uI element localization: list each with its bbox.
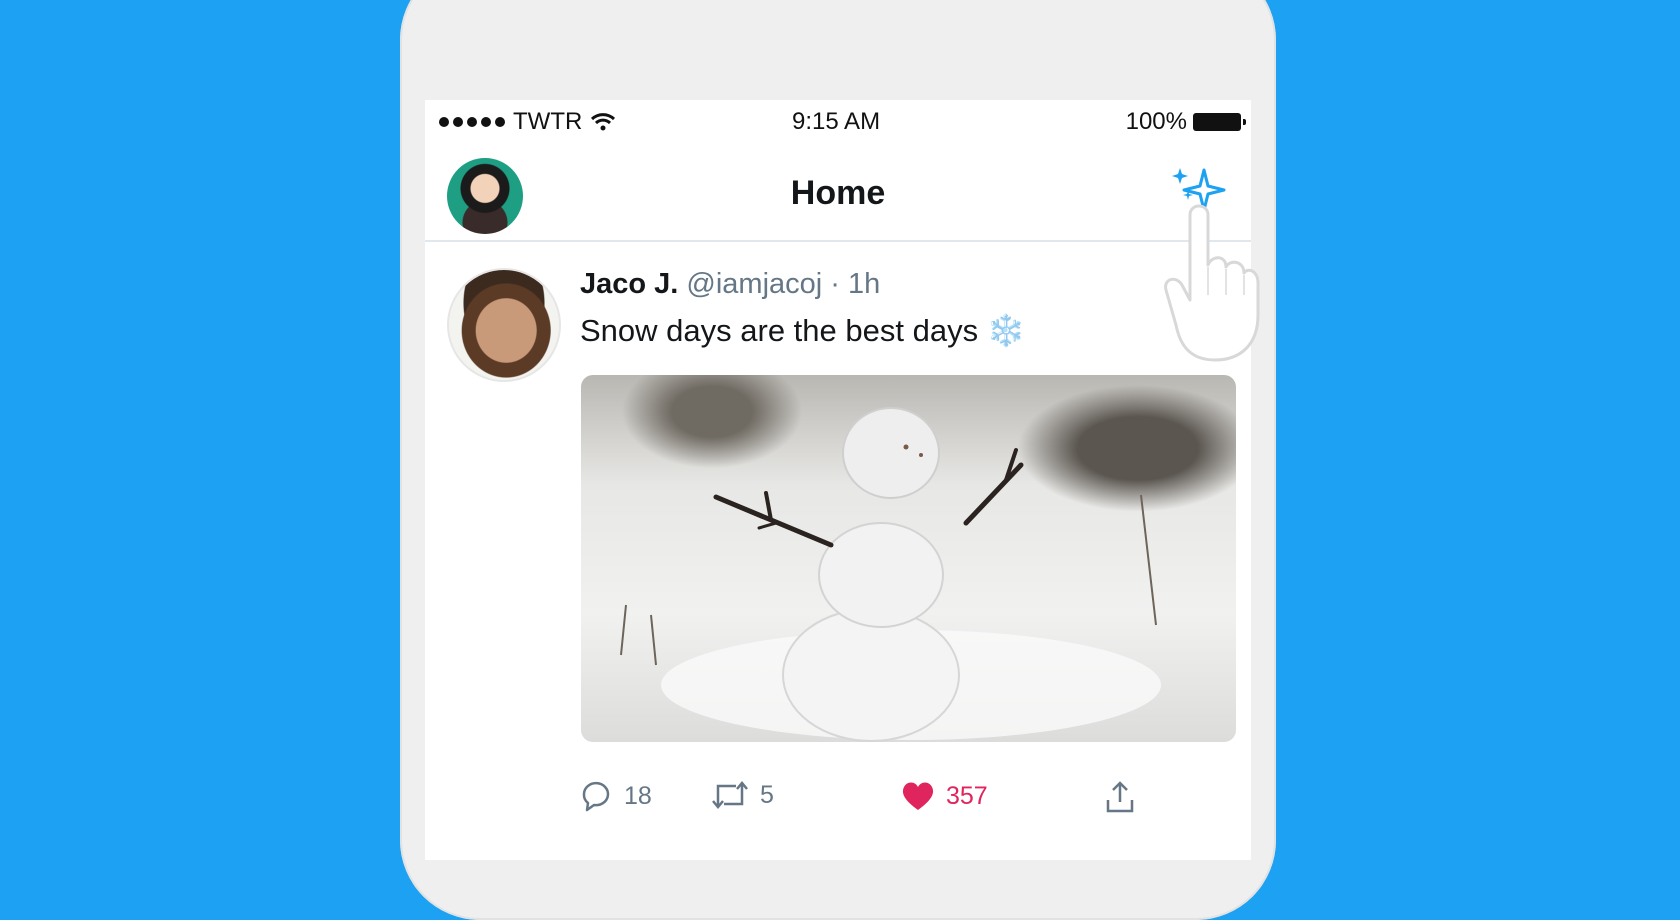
share-button[interactable] bbox=[1105, 780, 1135, 814]
tweet-author-avatar[interactable] bbox=[447, 268, 561, 382]
snowman-image bbox=[620, 407, 1161, 742]
like-button[interactable]: 357 bbox=[900, 780, 988, 812]
battery-percent: 100% bbox=[1125, 108, 1187, 135]
tweet-time[interactable]: 1h bbox=[848, 268, 880, 300]
retweet-button[interactable]: 5 bbox=[710, 780, 774, 810]
signal-dots-icon bbox=[439, 117, 505, 127]
status-time: 9:15 AM bbox=[792, 108, 881, 135]
retweet-count: 5 bbox=[760, 780, 774, 809]
reply-button[interactable]: 18 bbox=[580, 780, 652, 812]
tweet-actions: 18 5 357 bbox=[580, 780, 1220, 820]
tweet-text: Snow days are the best days ❄️ bbox=[580, 312, 1025, 349]
page-title: Home bbox=[790, 174, 886, 212]
carrier-info: TWTR bbox=[439, 108, 616, 136]
tap-hand-icon bbox=[1164, 204, 1260, 362]
status-bar: TWTR 9:15 AM 100% bbox=[425, 100, 1251, 140]
battery-icon bbox=[1193, 113, 1246, 131]
reply-icon bbox=[582, 781, 610, 812]
home-header: Home bbox=[425, 140, 1251, 242]
snowflake-emoji: ❄️ bbox=[986, 313, 1026, 348]
carrier-name: TWTR bbox=[513, 108, 583, 135]
author-name[interactable]: Jaco J. bbox=[580, 268, 678, 300]
share-icon bbox=[1106, 781, 1134, 813]
separator: · bbox=[830, 268, 840, 300]
tweet-header: Jaco J. @iamjacoj · 1h bbox=[580, 268, 880, 301]
phone-screen: TWTR 9:15 AM 100% Home Jaco J. @iamjacoj… bbox=[425, 100, 1251, 860]
like-count: 357 bbox=[946, 781, 988, 810]
retweet-icon bbox=[712, 781, 748, 809]
wifi-icon bbox=[591, 113, 616, 131]
battery-info: 100% bbox=[1125, 108, 1246, 136]
reply-count: 18 bbox=[624, 781, 652, 810]
author-handle[interactable]: @iamjacoj bbox=[686, 268, 822, 300]
heart-icon bbox=[902, 782, 934, 810]
tweet-photo[interactable] bbox=[581, 375, 1236, 742]
tweet-body: Snow days are the best days bbox=[580, 313, 979, 348]
